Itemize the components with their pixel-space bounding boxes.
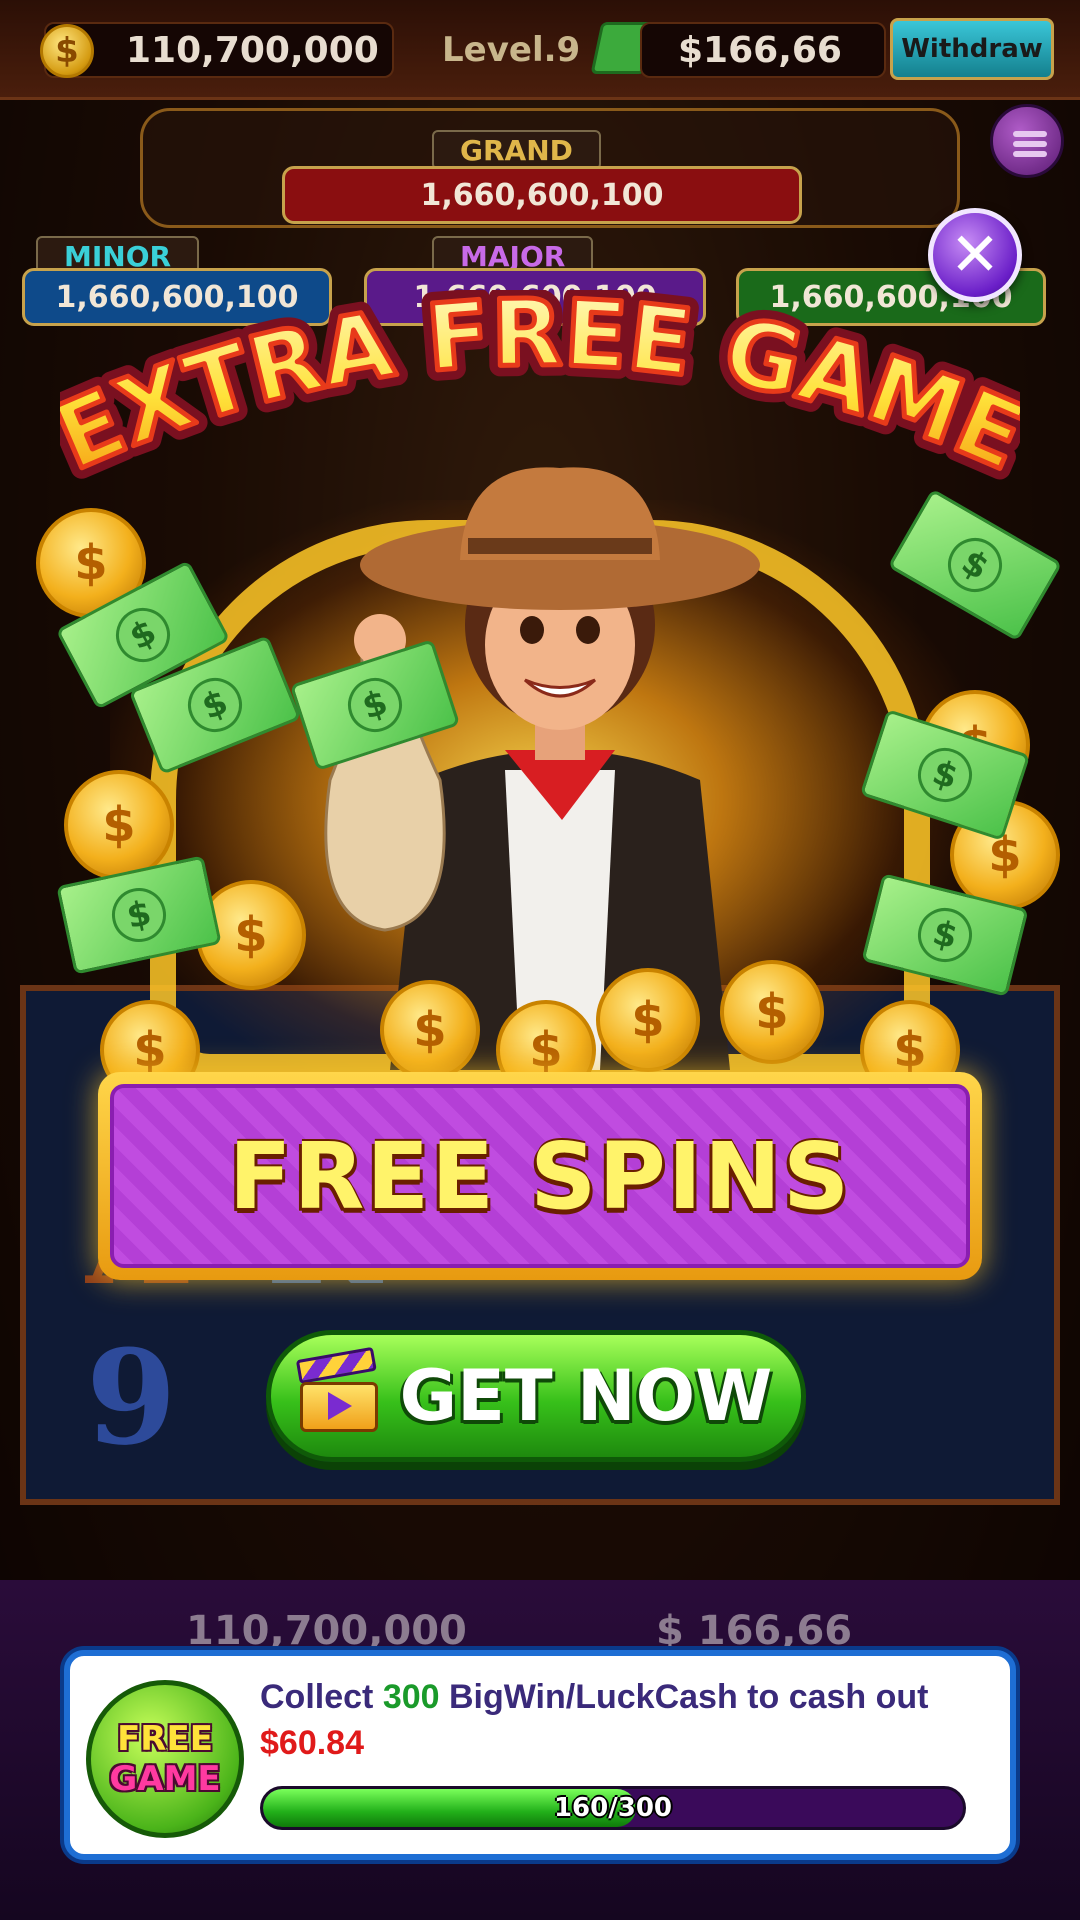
task-text-prefix: Collect xyxy=(260,1678,383,1716)
task-text-middle: BigWin/LuckCash to cash out xyxy=(439,1678,929,1716)
task-amount: 300 xyxy=(382,1678,440,1716)
task-progress-bar: 160/300 xyxy=(260,1786,966,1830)
get-now-button[interactable]: GET NOW xyxy=(266,1330,806,1462)
badge-line-game: GAME xyxy=(109,1759,221,1799)
reward-panel-inner: FREE SPINS xyxy=(110,1084,970,1268)
free-game-badge: FREE GAME xyxy=(86,1680,244,1838)
gold-coin: $ xyxy=(380,980,480,1080)
gold-coin: $ xyxy=(596,968,700,1072)
cashout-task-card[interactable]: FREE GAME Collect 300 BigWin/LuckCash to… xyxy=(64,1650,1016,1860)
task-description: Collect 300 BigWin/LuckCash to cash out … xyxy=(260,1674,990,1766)
task-progress-label: 160/300 xyxy=(553,1793,673,1823)
popup-title: EXTRA FREE GAME EXTRA FREE GAME xyxy=(29,269,1050,503)
close-icon: ✕ xyxy=(949,220,1001,290)
get-now-label: GET NOW xyxy=(399,1355,773,1437)
gold-coin: $ xyxy=(64,770,174,880)
badge-line-free: FREE xyxy=(117,1719,213,1759)
cashout-amount: $60.84 xyxy=(260,1724,364,1762)
reward-label: FREE SPINS xyxy=(228,1122,852,1230)
popup-title-text: EXTRA FREE GAME xyxy=(38,277,1042,494)
close-button[interactable]: ✕ xyxy=(928,208,1022,302)
svg-text:EXTRA FREE GAME: EXTRA FREE GAME xyxy=(60,290,1020,490)
gold-coin: $ xyxy=(720,960,824,1064)
reward-panel: FREE SPINS xyxy=(98,1072,982,1280)
clapperboard-play-icon xyxy=(295,1346,378,1432)
